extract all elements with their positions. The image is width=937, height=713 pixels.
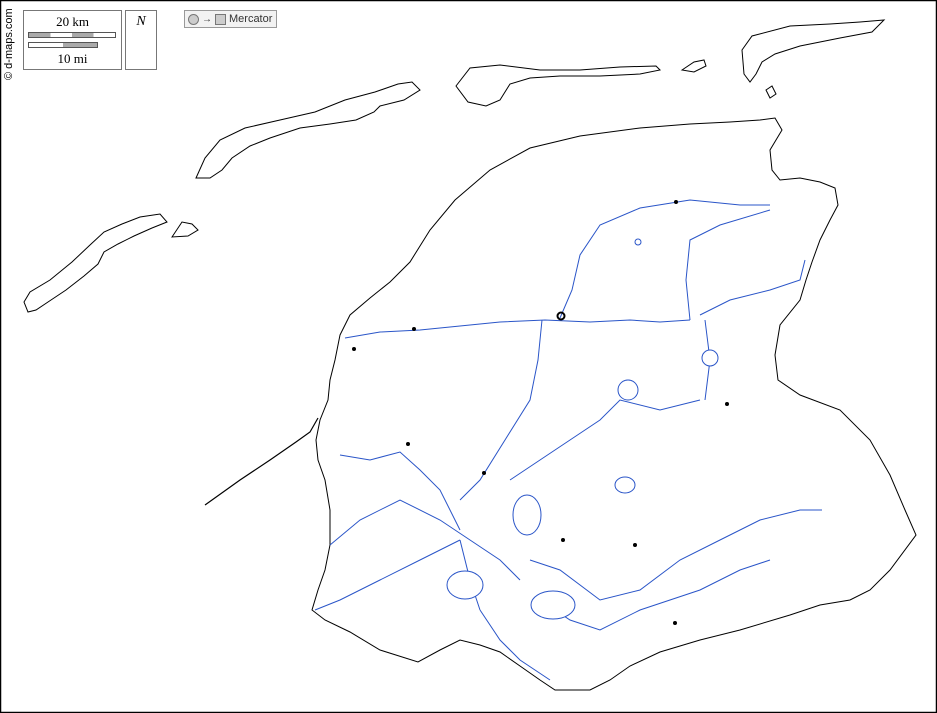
scale-km-label: 20 km (56, 14, 89, 29)
city-marker (725, 402, 729, 406)
city-marker (482, 471, 486, 475)
map-square-icon (215, 13, 226, 25)
mainland (311, 117, 917, 691)
city-marker (352, 347, 356, 351)
city-marker (673, 621, 677, 625)
scale-km-bar (28, 32, 116, 38)
city-marker (633, 543, 637, 547)
projection-badge: → Mercator (184, 10, 278, 28)
north-indicator: N (125, 10, 157, 70)
scale-mi-label: 10 mi (57, 51, 88, 66)
city-marker (561, 538, 565, 542)
scale-bar: 20 km 10 mi (23, 10, 122, 70)
island-rottumeroog (765, 85, 777, 99)
arrow-right-icon: → (202, 13, 212, 25)
credit-text[interactable]: © d-maps.com (3, 8, 15, 80)
city-marker (674, 200, 678, 204)
north-label: N (136, 14, 146, 29)
city-marker (412, 327, 416, 331)
island-ameland-tip (680, 59, 707, 73)
map-canvas: © d-maps.com 20 km 10 mi N → Mercator (0, 0, 937, 713)
lake-4 (617, 379, 639, 401)
globe-circle-icon (188, 13, 199, 25)
lake-5 (614, 476, 636, 494)
lake-6 (512, 494, 542, 536)
island-ameland (455, 64, 662, 107)
projection-label: Mercator (229, 13, 273, 25)
city-marker (406, 442, 410, 446)
lake-7 (634, 238, 642, 246)
island-terschelling (195, 81, 421, 179)
coast-dike (204, 417, 319, 506)
island-west (23, 213, 168, 313)
scale-mi-bar (28, 42, 98, 48)
lake-3 (701, 349, 719, 367)
island-schiermonnikoog (741, 19, 886, 83)
map-svg (0, 0, 937, 713)
island-west-small (171, 221, 199, 238)
lake-1 (446, 570, 484, 600)
lake-2 (530, 590, 576, 620)
